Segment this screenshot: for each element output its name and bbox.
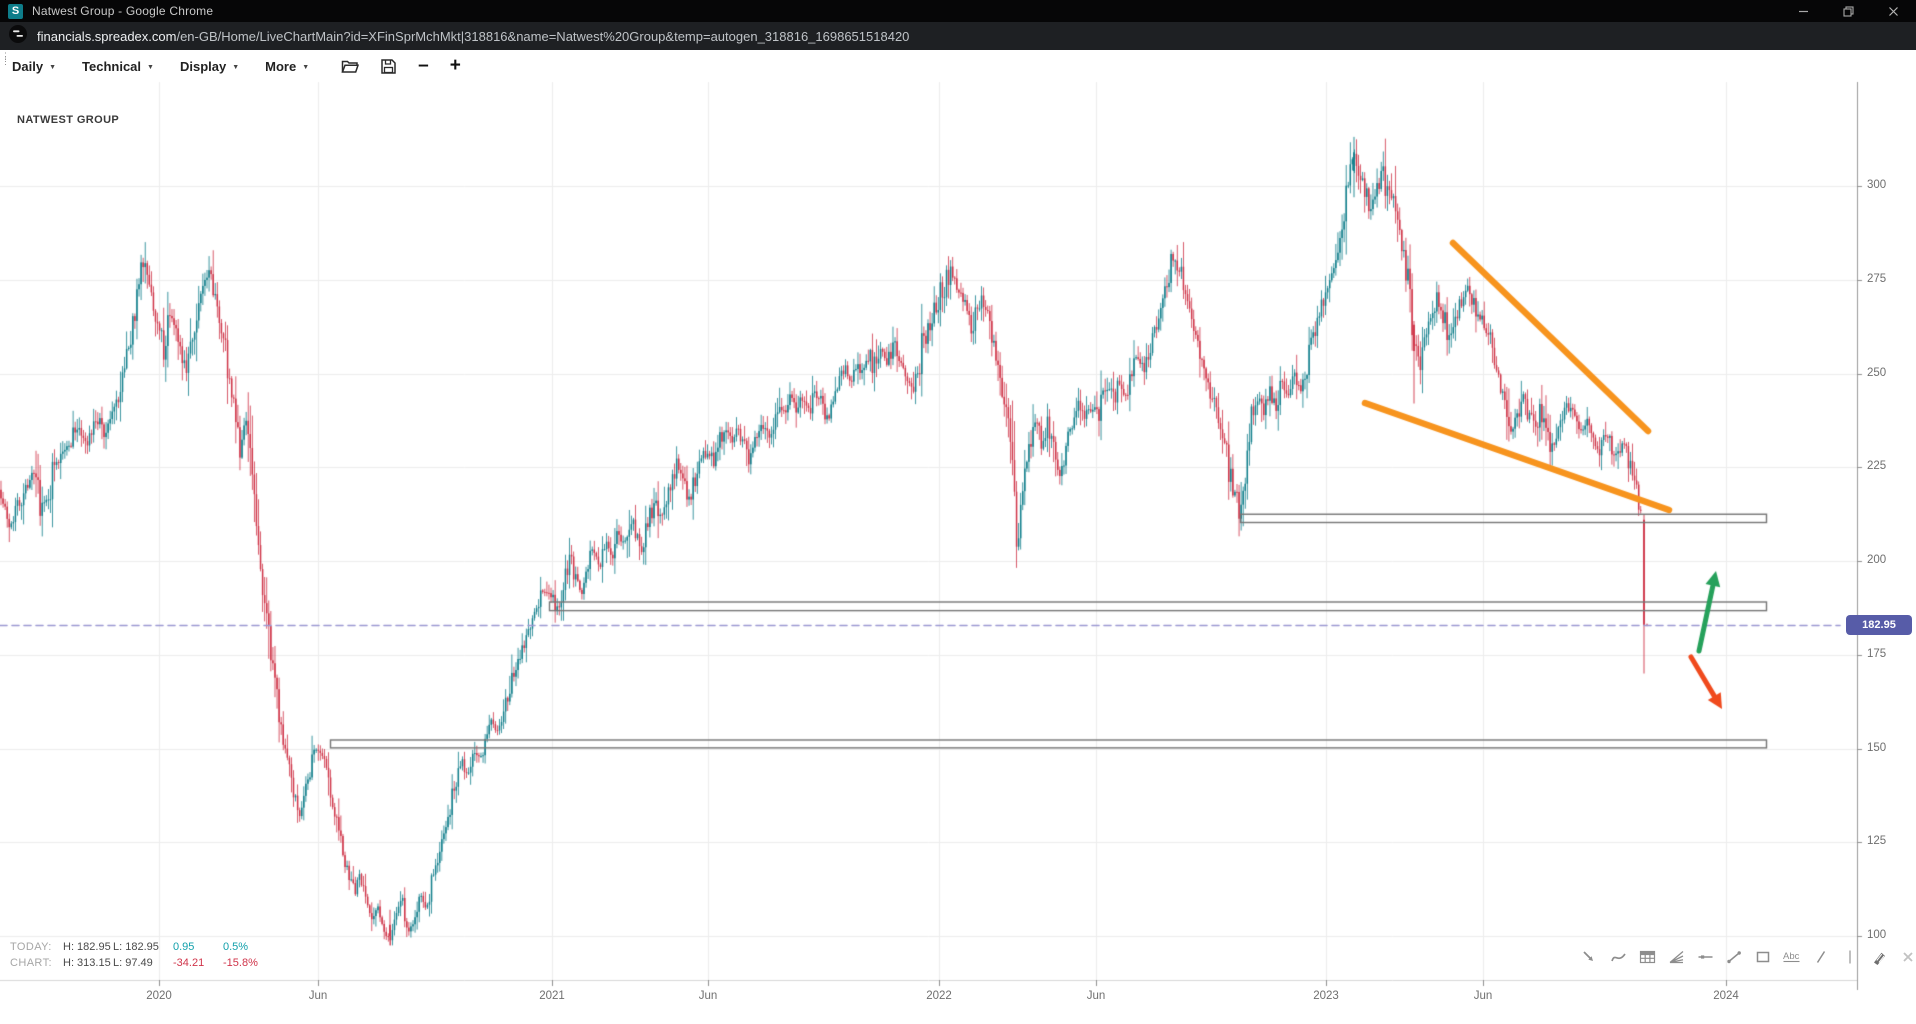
instrument-label: NATWEST GROUP [17,114,119,126]
date-tick-label: Jun [309,990,328,1002]
slash-tool-icon[interactable] [1810,947,1832,967]
price-tick-label: 225 [1867,460,1886,472]
last-price-badge: 182.95 [1846,615,1912,635]
price-tick-label: 150 [1867,742,1886,754]
rectangle-tool-icon[interactable] [1752,947,1774,967]
date-tick-label: 2023 [1313,990,1339,1002]
marker-pen-icon[interactable] [1868,947,1890,967]
date-tick-label: 2024 [1713,990,1739,1002]
date-tick-label: Jun [699,990,718,1002]
date-tick-label: Jun [1087,990,1106,1002]
price-tick-label: 300 [1867,179,1886,191]
today-label: TODAY: [10,941,63,953]
stats-legend: TODAY: H: 182.95 L: 182.95 0.95 0.5% CHA… [10,941,275,969]
today-change-pct: 0.5% [223,941,275,953]
date-tick-label: 2020 [146,990,172,1002]
trend-line-tool-icon[interactable] [1723,947,1745,967]
chart-low: L: 97.49 [113,957,173,969]
chart-high: H: 313.15 [63,957,113,969]
date-tick-label: 2022 [926,990,952,1002]
price-tick-label: 125 [1867,835,1886,847]
chart-label: CHART: [10,957,63,969]
table-tool-icon[interactable] [1636,947,1658,967]
date-tick-label: Jun [1474,990,1493,1002]
cursor-arrow-icon[interactable] [1578,947,1600,967]
browser-window: S Natwest Group - Google Chrome financia… [0,0,1916,1024]
price-tick-label: 250 [1867,367,1886,379]
svg-text:Abc: Abc [1783,951,1800,962]
close-panel-icon[interactable] [1897,947,1916,967]
today-low: L: 182.95 [113,941,173,953]
today-high: H: 182.95 [63,941,113,953]
price-tick-label: 200 [1867,554,1886,566]
today-change: 0.95 [173,941,223,953]
price-chart-canvas[interactable] [0,0,1916,1024]
curve-tool-icon[interactable] [1607,947,1629,967]
toolbar-divider [1839,947,1861,967]
price-tick-label: 175 [1867,648,1886,660]
chart-change: -34.21 [173,957,223,969]
date-tick-label: 2021 [539,990,565,1002]
horizontal-line-tool-icon[interactable] [1694,947,1716,967]
price-tick-label: 100 [1867,929,1886,941]
text-tool-icon[interactable]: Abc [1781,947,1803,967]
fan-lines-icon[interactable] [1665,947,1687,967]
chart-change-pct: -15.8% [223,957,275,969]
price-tick-label: 275 [1867,273,1886,285]
drawing-toolbar: Abc [1578,947,1916,967]
